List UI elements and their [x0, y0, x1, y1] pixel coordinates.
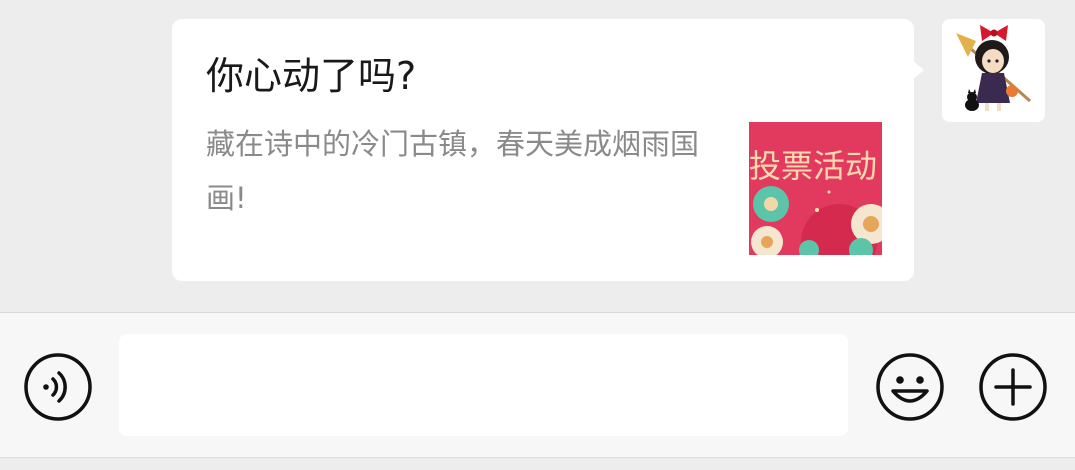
- link-card-message[interactable]: 你心动了吗? 藏在诗中的冷门古镇，春天美成烟雨国画! 投票活动: [172, 19, 914, 281]
- card-description: 藏在诗中的冷门古镇，春天美成烟雨国画!: [206, 127, 700, 215]
- thumbnail-caption: 投票活动: [749, 147, 878, 185]
- card-thumbnail: 投票活动: [749, 122, 882, 255]
- voice-icon: [24, 353, 92, 421]
- emoji-button[interactable]: [876, 353, 944, 421]
- plus-icon: [979, 353, 1047, 421]
- avatar[interactable]: [942, 19, 1045, 122]
- card-title: 你心动了吗?: [206, 54, 417, 98]
- smiley-icon: [876, 353, 944, 421]
- message-input[interactable]: [119, 334, 848, 436]
- bubble-tail: [912, 60, 924, 80]
- bottom-strip: [0, 457, 1075, 470]
- more-button[interactable]: [979, 353, 1047, 421]
- girl-avatar-icon: [942, 19, 1045, 122]
- input-bar: [0, 312, 1075, 458]
- chat-area: 你心动了吗? 藏在诗中的冷门古镇，春天美成烟雨国画! 投票活动: [0, 0, 1075, 312]
- voice-button[interactable]: [24, 353, 92, 421]
